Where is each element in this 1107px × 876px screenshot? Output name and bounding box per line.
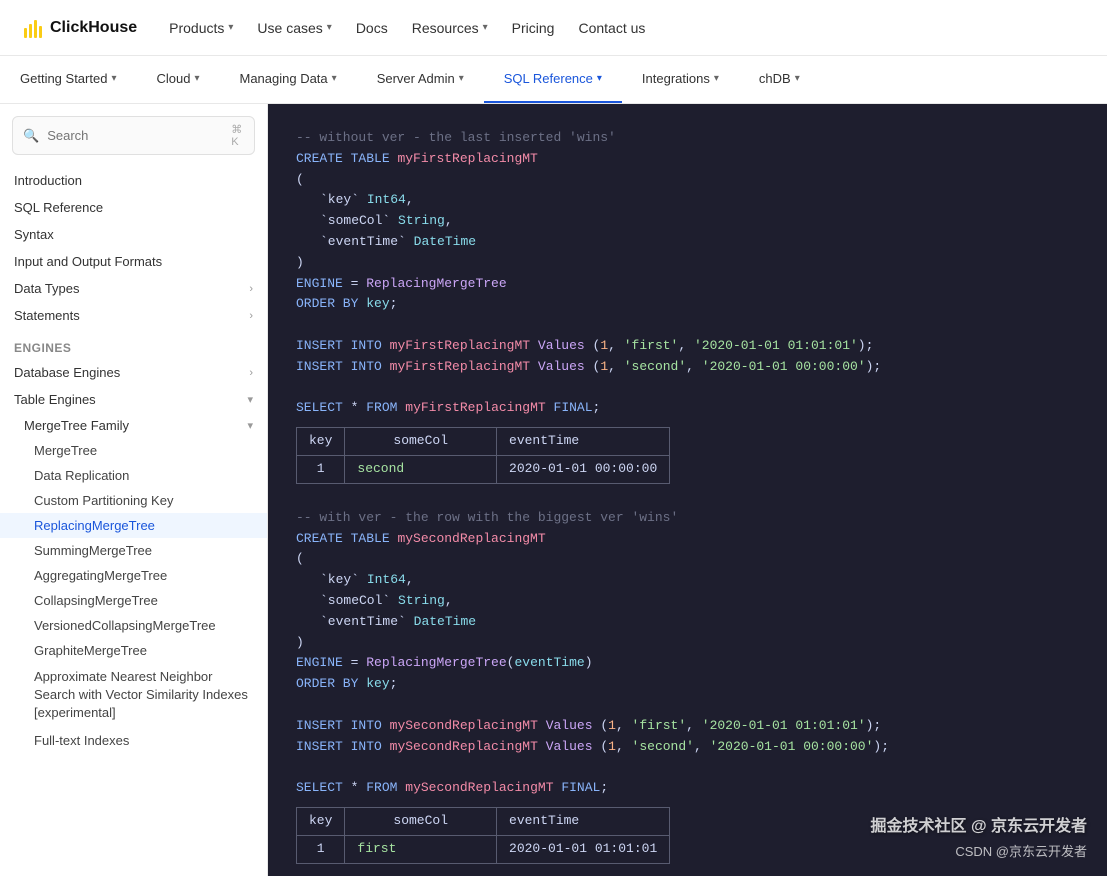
code-section-1: -- without ver - the last inserted 'wins… (296, 128, 1079, 484)
sidebar-section-engines: Engines (0, 329, 267, 359)
sidebar-sub-item-aggregating-mergetree[interactable]: AggregatingMergeTree (0, 563, 267, 588)
main-content: -- without ver - the last inserted 'wins… (268, 104, 1107, 876)
logo-icon (24, 18, 42, 38)
sidebar-item-data-types[interactable]: Data Types › (0, 275, 267, 302)
sec-nav-chdb[interactable]: chDB ▾ (739, 56, 820, 103)
result-table-1: key someCol eventTime 1 second 2020-01-0… (296, 427, 1079, 484)
nav-item-pricing[interactable]: Pricing (512, 16, 555, 40)
sidebar-sub-item-versioned-collapsing[interactable]: VersionedCollapsingMergeTree (0, 613, 267, 638)
chevron-down-icon: ▾ (332, 73, 337, 84)
nav-item-docs[interactable]: Docs (356, 16, 388, 40)
chevron-down-icon: ▾ (327, 22, 332, 33)
sidebar-sub-item-collapsing-mergetree[interactable]: CollapsingMergeTree (0, 588, 267, 613)
chevron-down-icon: ▾ (483, 22, 488, 33)
code-comment-1: -- without ver - the last inserted 'wins… (296, 128, 1079, 149)
sidebar-item-syntax[interactable]: Syntax (0, 221, 267, 248)
chevron-down-icon: ▾ (795, 73, 800, 84)
chevron-down-icon: ▾ (714, 73, 719, 84)
logo-text: ClickHouse (50, 19, 137, 37)
sidebar: 🔍 ⌘ K Introduction SQL Reference Syntax … (0, 104, 268, 876)
nav-item-usecases[interactable]: Use cases ▾ (257, 16, 331, 40)
result-table-2: key someCol eventTime 1 first 2020-01-01… (296, 807, 1079, 864)
sec-nav-cloud[interactable]: Cloud ▾ (136, 56, 219, 103)
sec-nav-server-admin[interactable]: Server Admin ▾ (357, 56, 484, 103)
nav-item-products[interactable]: Products ▾ (169, 16, 233, 40)
nav-item-contact[interactable]: Contact us (578, 16, 645, 40)
sidebar-item-input-output-formats[interactable]: Input and Output Formats (0, 248, 267, 275)
sidebar-sub-item-ann-search[interactable]: Approximate Nearest Neighbor Search with… (0, 663, 267, 728)
sidebar-item-statements[interactable]: Statements › (0, 302, 267, 329)
chevron-down-icon: ▾ (111, 73, 116, 84)
chevron-down-icon: ▾ (247, 393, 253, 406)
secondary-nav: Getting Started ▾ Cloud ▾ Managing Data … (0, 56, 1107, 104)
search-input[interactable] (47, 128, 223, 143)
chevron-down-icon: ▾ (459, 73, 464, 84)
sidebar-sub-item-graphite-mergetree[interactable]: GraphiteMergeTree (0, 638, 267, 663)
search-icon: 🔍 (23, 128, 39, 144)
sidebar-sub-item-data-replication[interactable]: Data Replication (0, 463, 267, 488)
logo[interactable]: ClickHouse (24, 18, 137, 38)
chevron-right-icon: › (249, 310, 253, 322)
sidebar-item-table-engines[interactable]: Table Engines ▾ (0, 386, 267, 413)
sidebar-sub-item-mergetree[interactable]: MergeTree (0, 438, 267, 463)
sec-nav-managing-data[interactable]: Managing Data ▾ (219, 56, 356, 103)
sidebar-sub-item-custom-partitioning[interactable]: Custom Partitioning Key (0, 488, 267, 513)
chevron-right-icon: › (249, 283, 253, 295)
search-shortcut: ⌘ K (231, 123, 244, 148)
nav-item-resources[interactable]: Resources ▾ (412, 16, 488, 40)
top-nav: ClickHouse Products ▾ Use cases ▾ Docs R… (0, 0, 1107, 56)
sidebar-subgroup-mergetree-family[interactable]: MergeTree Family ▾ (0, 413, 267, 438)
sec-nav-getting-started[interactable]: Getting Started ▾ (0, 56, 136, 103)
sec-nav-integrations[interactable]: Integrations ▾ (622, 56, 739, 103)
code-comment-2: -- with ver - the row with the biggest v… (296, 508, 1079, 529)
code-section-2: -- with ver - the row with the biggest v… (296, 508, 1079, 864)
search-box[interactable]: 🔍 ⌘ K (12, 116, 255, 155)
sidebar-sub-item-summing-mergetree[interactable]: SummingMergeTree (0, 538, 267, 563)
chevron-right-icon: › (249, 367, 253, 379)
code-block: -- without ver - the last inserted 'wins… (268, 104, 1107, 876)
top-nav-items: Products ▾ Use cases ▾ Docs Resources ▾ … (169, 16, 1083, 40)
sidebar-sub-item-replacing-mergetree[interactable]: ReplacingMergeTree (0, 513, 267, 538)
sec-nav-sql-reference[interactable]: SQL Reference ▾ (484, 56, 622, 103)
chevron-down-icon: ▾ (194, 73, 199, 84)
chevron-down-icon: ▾ (228, 22, 233, 33)
sidebar-item-introduction[interactable]: Introduction (0, 167, 267, 194)
sidebar-item-sql-reference[interactable]: SQL Reference (0, 194, 267, 221)
sidebar-sub-item-fulltext-indexes[interactable]: Full-text Indexes (0, 728, 267, 753)
chevron-down-icon: ▾ (597, 73, 602, 84)
sidebar-item-database-engines[interactable]: Database Engines › (0, 359, 267, 386)
chevron-down-icon: ▾ (247, 419, 253, 432)
main-layout: 🔍 ⌘ K Introduction SQL Reference Syntax … (0, 104, 1107, 876)
